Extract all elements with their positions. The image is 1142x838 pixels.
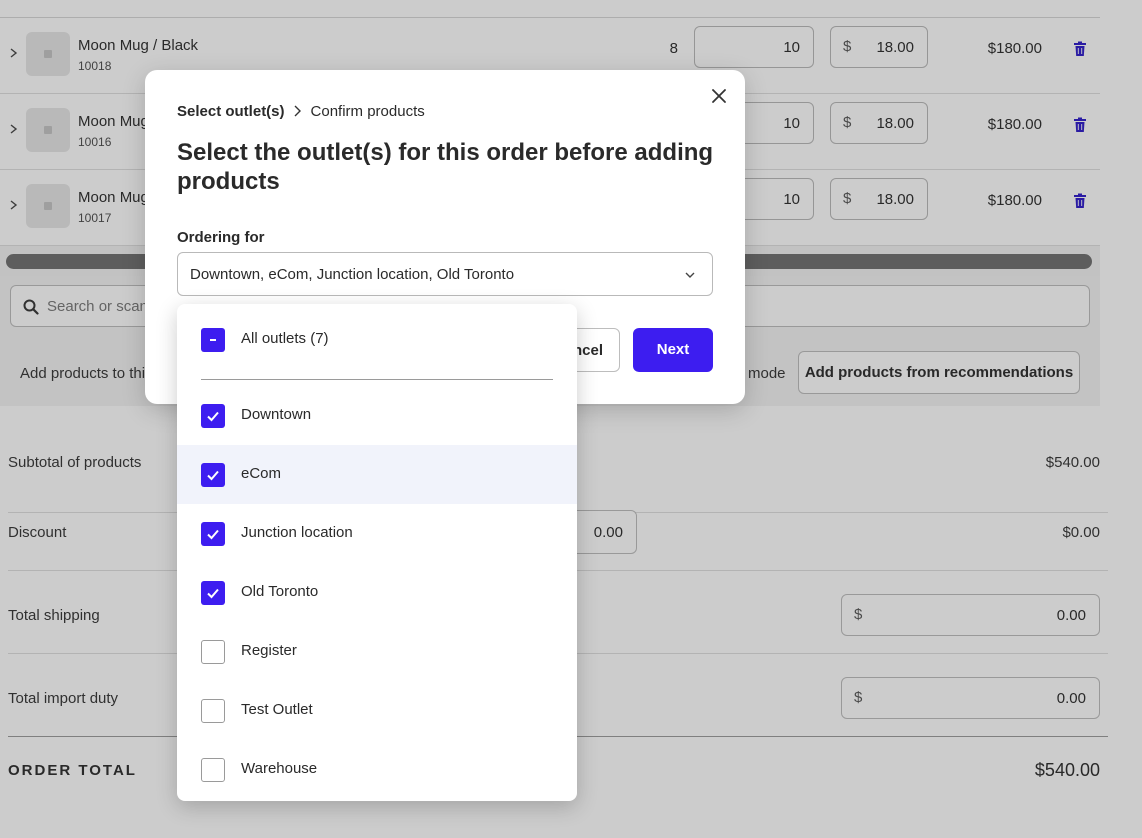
option-label: All outlets (7) (241, 330, 329, 347)
option-all-outlets[interactable]: All outlets (7) (177, 310, 577, 369)
indeterminate-checkbox-icon[interactable] (201, 328, 225, 352)
outlet-option[interactable]: Old Toronto (177, 563, 577, 622)
divider (201, 379, 553, 380)
next-button[interactable]: Next (633, 328, 713, 372)
outlet-select-value: Downtown, eCom, Junction location, Old T… (190, 266, 515, 283)
option-label: Test Outlet (241, 701, 313, 718)
ordering-for-label: Ordering for (177, 229, 265, 246)
checked-checkbox-icon[interactable] (201, 463, 225, 487)
chevron-right-icon (294, 105, 301, 117)
option-label: Register (241, 642, 297, 659)
option-label: eCom (241, 465, 282, 482)
checked-checkbox-icon[interactable] (201, 522, 225, 546)
breadcrumb-step-next: Confirm products (310, 103, 425, 120)
chevron-down-icon (685, 272, 695, 278)
checked-checkbox-icon[interactable] (201, 581, 225, 605)
option-label: Downtown (241, 406, 312, 423)
outlet-option[interactable]: Junction location (177, 504, 577, 563)
option-label: Junction location (241, 524, 353, 541)
outlet-option[interactable]: Warehouse (177, 740, 577, 799)
option-label: Old Toronto (241, 583, 319, 600)
outlet-option[interactable]: eCom (177, 445, 577, 504)
checked-checkbox-icon[interactable] (201, 404, 225, 428)
outlet-option[interactable]: Test Outlet (177, 681, 577, 740)
outlet-dropdown-menu: All outlets (7) Downtown eCom Junction loc… (177, 304, 577, 801)
close-icon[interactable] (709, 86, 729, 106)
unchecked-checkbox-icon[interactable] (201, 699, 225, 723)
breadcrumb: Select outlet(s) Confirm products (177, 103, 425, 120)
unchecked-checkbox-icon[interactable] (201, 758, 225, 782)
breadcrumb-step-current: Select outlet(s) (177, 103, 285, 120)
outlet-option[interactable]: Downtown (177, 386, 577, 445)
option-label: Warehouse (241, 760, 318, 777)
unchecked-checkbox-icon[interactable] (201, 640, 225, 664)
outlet-option[interactable]: Register (177, 622, 577, 681)
modal-title: Select the outlet(s) for this order befo… (177, 139, 714, 195)
outlet-select[interactable]: Downtown, eCom, Junction location, Old T… (177, 252, 713, 296)
